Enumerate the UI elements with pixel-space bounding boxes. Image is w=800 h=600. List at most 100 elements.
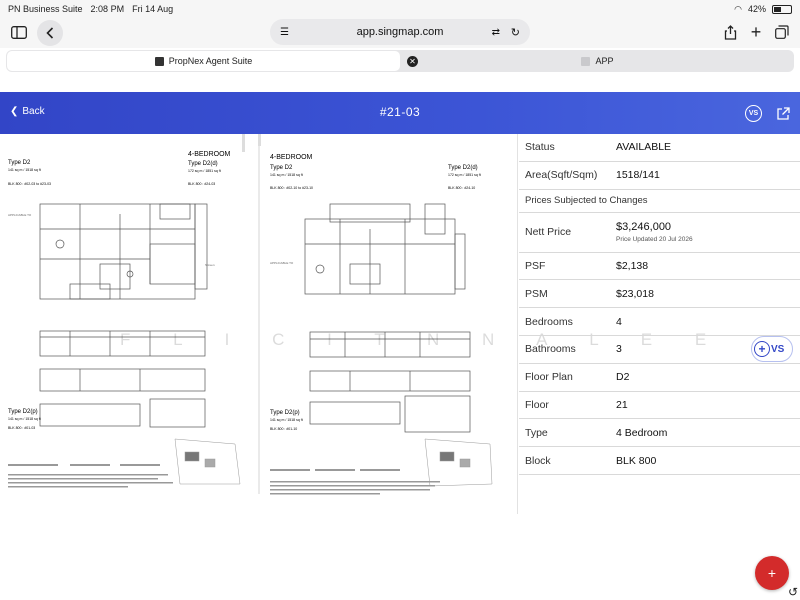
left-area-label: 141 sq m / 1518 sq ft <box>8 168 41 172</box>
floor-plan-label: Floor Plan <box>525 371 573 384</box>
price-note: Prices Subjected to Changes <box>525 195 648 207</box>
right-area-label: 141 sq m / 1518 sq ft <box>270 173 303 177</box>
tab-label: APP <box>595 56 614 66</box>
share-unit-icon[interactable] <box>775 105 791 121</box>
area-row: Area(Sqft/Sqm) 1518/141 <box>519 162 800 190</box>
psf-row: PSF $2,138 <box>519 253 800 281</box>
right-alt-type: Type D2(d) <box>448 165 478 171</box>
floor-plan-image[interactable]: Type D2 141 sq m / 1518 sq ft BLK 800 : … <box>0 134 518 514</box>
tab-bar: PropNex Agent Suite ✕ APP <box>6 50 794 72</box>
compare-label: VS <box>771 343 785 355</box>
add-to-compare-button[interactable]: + VS <box>751 336 793 362</box>
left-heading: 4-BEDROOM <box>188 151 231 158</box>
carrier-label: PN Business Suite <box>8 4 83 14</box>
battery-fill <box>774 6 781 12</box>
address-bar[interactable]: ☰ app.singmap.com ⇄ ↻ <box>270 19 530 45</box>
svg-text:APPLICABLE TO: APPLICABLE TO <box>270 261 294 265</box>
floor-row: Floor 21 <box>519 392 800 420</box>
compare-vs-button[interactable]: VS <box>745 105 762 122</box>
unit-header: ❮ Back #21-03 VS <box>0 92 800 134</box>
left-penthouse-blk: BLK 800 : #01-03 <box>8 426 35 430</box>
url-text: app.singmap.com <box>356 26 444 38</box>
plus-icon: + <box>754 341 770 357</box>
left-blk-label: BLK 800 : #02-03 to #23-03 <box>8 182 51 186</box>
battery-icon <box>772 4 792 14</box>
battery-percent: 42% <box>747 4 766 14</box>
left-type-label: Type D2 <box>8 160 31 166</box>
wifi-icon: ◠ <box>734 3 742 14</box>
new-tab-icon[interactable]: + <box>745 21 767 43</box>
tab-propnex[interactable]: PropNex Agent Suite <box>7 51 400 71</box>
close-tab-icon[interactable]: ✕ <box>407 55 418 67</box>
propnex-favicon <box>154 56 164 66</box>
time-label: 2:08 PM <box>90 4 125 14</box>
floor-plan-value: D2 <box>616 371 630 384</box>
floor-value: 21 <box>616 398 628 411</box>
block-value: BLK 800 <box>616 454 657 467</box>
right-alt-area: 172 sq m / 1851 sq ft <box>448 173 481 177</box>
right-blk-label: BLK 800 : #02-10 to #23-10 <box>270 186 313 190</box>
psf-value: $2,138 <box>616 259 649 272</box>
left-main-plan <box>39 203 208 300</box>
tab-app[interactable]: ✕ APP <box>401 50 794 72</box>
price-updated-label: Price Updated 20 Jul 2026 <box>616 236 693 244</box>
right-penthouse-area: 141 sq m / 1518 sq ft <box>270 418 303 422</box>
svg-text:APPLICABLE TO: APPLICABLE TO <box>8 213 32 217</box>
reader-icon[interactable]: ⇄ <box>492 27 500 38</box>
browser-back-button[interactable] <box>37 20 63 46</box>
block-label: Block <box>525 454 551 467</box>
type-row: Type 4 Bedroom <box>519 419 800 448</box>
bathrooms-value: 3 <box>616 343 622 356</box>
unit-title: #21-03 <box>379 105 421 119</box>
right-key-plan <box>424 438 493 487</box>
area-label: Area(Sqft/Sqm) <box>525 169 598 182</box>
reload-icon[interactable]: ↻ <box>511 26 520 39</box>
bedrooms-label: Bedrooms <box>525 315 573 328</box>
type-label: Type <box>525 426 548 439</box>
left-penthouse-area: 141 sq m / 1518 sq ft <box>8 417 41 421</box>
block-row: Block BLK 800 <box>519 447 800 475</box>
plus-icon: + <box>767 565 777 581</box>
left-alt-blk: BLK 800 : #24-03 <box>188 182 215 186</box>
date-label: Fri 14 Aug <box>132 4 174 14</box>
bathrooms-label: Bathrooms <box>525 343 576 356</box>
status-bar: PN Business Suite 2:08 PM Fri 14 Aug ◠ 4… <box>0 0 800 18</box>
left-alt-area: 172 sq m / 1851 sq ft <box>188 169 221 173</box>
nett-price-row: Nett Price $3,246,000 Price Updated 20 J… <box>519 213 800 253</box>
right-penthouse-type: Type D2(p) <box>270 410 300 416</box>
left-legend <box>8 464 173 488</box>
left-penthouse-type: Type D2(p) <box>8 409 38 415</box>
svg-text:Screen: Screen <box>205 263 215 267</box>
share-icon[interactable] <box>719 21 741 43</box>
sidebar-icon[interactable] <box>8 21 30 43</box>
right-alt-blk: BLK 800 : #24-10 <box>448 186 475 190</box>
page-menu-icon[interactable]: ☰ <box>280 27 289 38</box>
floor-label: Floor <box>525 398 549 411</box>
nett-price-value: $3,246,000 <box>616 221 672 234</box>
right-heading: 4-BEDROOM <box>270 154 313 161</box>
status-value: AVAILABLE <box>616 141 672 154</box>
right-penthouse-blk: BLK 800 : #01-10 <box>270 427 297 431</box>
status-row: Status AVAILABLE <box>519 134 800 162</box>
area-value: 1518/141 <box>616 169 660 182</box>
floor-plan-row: Floor Plan D2 <box>519 364 800 392</box>
status-label: Status <box>525 141 555 154</box>
unit-details-panel: Status AVAILABLE Area(Sqft/Sqm) 1518/141… <box>519 134 800 475</box>
add-fab-button[interactable]: + <box>755 556 789 590</box>
psm-row: PSM $23,018 <box>519 280 800 309</box>
right-type-label: Type D2 <box>270 165 293 171</box>
right-main-plan <box>304 203 466 295</box>
app-favicon <box>581 56 591 66</box>
nett-price-label: Nett Price <box>525 226 572 239</box>
corner-arrow-icon: ↺ <box>788 585 799 599</box>
psm-label: PSM <box>525 287 548 300</box>
tab-label: PropNex Agent Suite <box>168 56 253 66</box>
bedrooms-row: Bedrooms 4 <box>519 308 800 336</box>
tabs-overview-icon[interactable] <box>771 21 793 43</box>
price-note-row: Prices Subjected to Changes <box>519 190 800 213</box>
psf-label: PSF <box>525 259 546 272</box>
browser-toolbar: ☰ app.singmap.com ⇄ ↻ + <box>0 18 800 48</box>
left-key-plan <box>174 438 241 485</box>
right-legend <box>270 469 440 495</box>
psm-value: $23,018 <box>616 287 654 300</box>
